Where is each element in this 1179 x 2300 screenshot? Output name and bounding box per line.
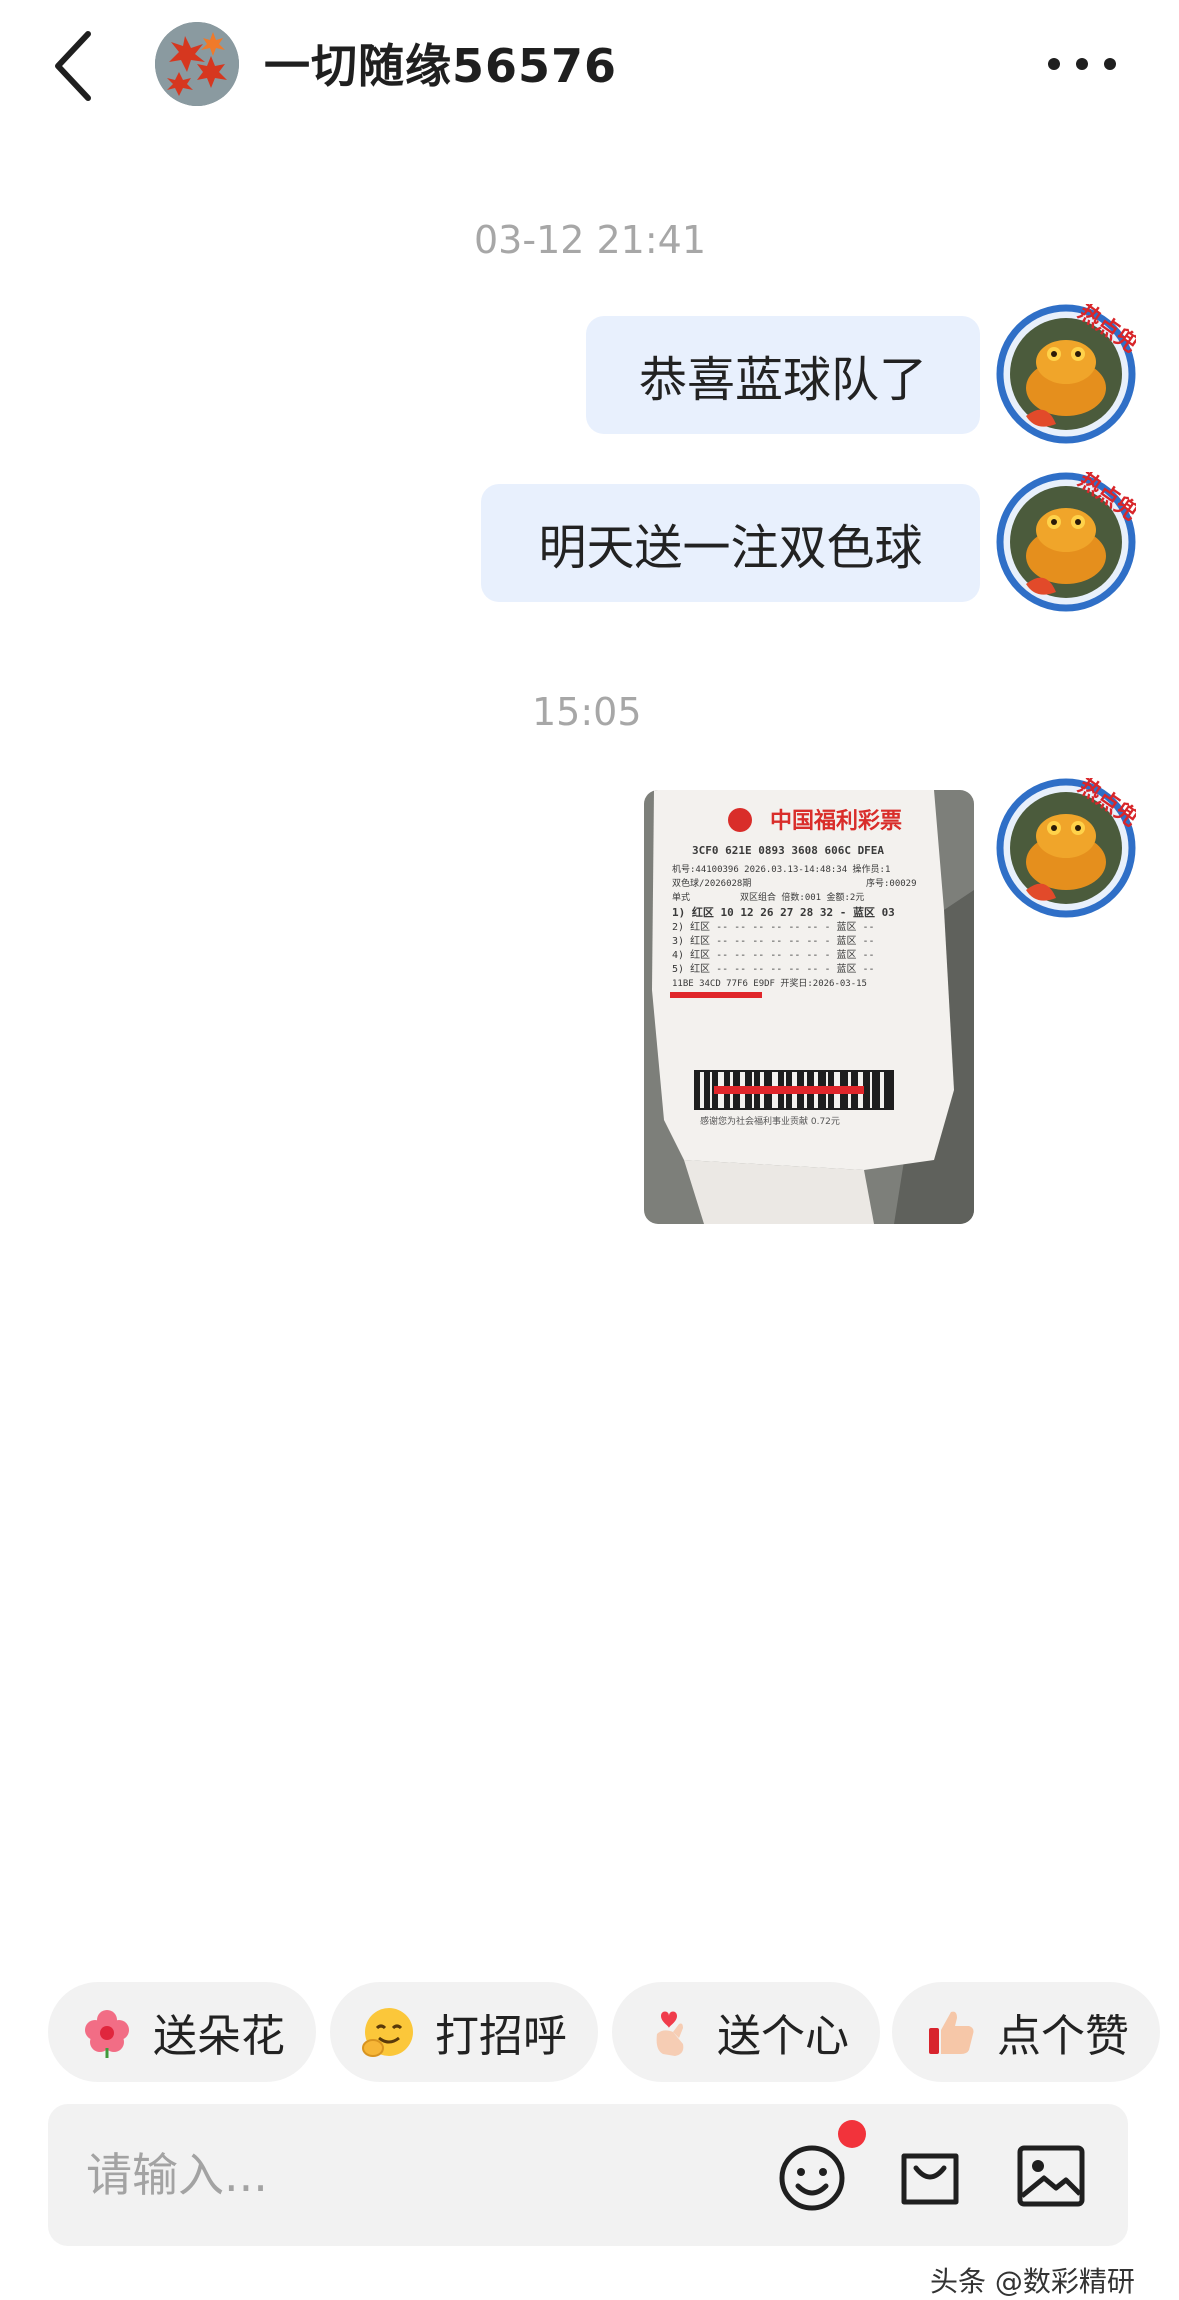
- message-text: 明天送一注双色球: [538, 520, 923, 576]
- ticket-type-line: 单式: [672, 891, 690, 903]
- ticket-issue-line: 双色球/2026028期: [672, 877, 751, 889]
- lottery-ticket-photo[interactable]: 中国福利彩票 3CF0 621E 0893 3608 606C DFEA 机号:…: [644, 790, 974, 1224]
- image-icon[interactable]: [1016, 2144, 1086, 2208]
- send-heart-button[interactable]: 送个心: [612, 1982, 880, 2082]
- my-avatar[interactable]: 热点兜: [996, 472, 1136, 612]
- message-bubble-outgoing[interactable]: 明天送一注双色球: [481, 484, 980, 602]
- lottery-ticket-image: 中国福利彩票 3CF0 621E 0893 3608 606C DFEA 机号:…: [644, 790, 974, 1224]
- chip-label: 打招呼: [435, 2011, 567, 2062]
- ticket-row-4: 4) 红区 -- -- -- -- -- -- - 蓝区 --: [672, 948, 875, 961]
- give-like-button[interactable]: 点个赞: [892, 1982, 1160, 2082]
- message-input[interactable]: [84, 2134, 728, 2216]
- chip-label: 送朵花: [153, 2011, 285, 2062]
- quick-actions-bar: 送朵花 打招呼 送个心 点个赞: [0, 1982, 1179, 2082]
- emoji-icon[interactable]: [776, 2142, 848, 2214]
- ticket-row-5: 5) 红区 -- -- -- -- -- -- - 蓝区 --: [672, 962, 875, 975]
- redaction-mark: [670, 992, 762, 998]
- ticket-row-3: 3) 红区 -- -- -- -- -- -- - 蓝区 --: [672, 934, 875, 947]
- chat-header: 一切随缘56576: [0, 0, 1179, 130]
- message-text: 恭喜蓝球队了: [638, 352, 927, 408]
- say-hello-button[interactable]: 打招呼: [330, 1982, 598, 2082]
- ticket-machine-line: 机号:44100396 2026.03.13-14:48:34 操作员:1: [672, 863, 890, 875]
- wave-emoji-icon: [362, 2008, 413, 2057]
- ticket-row-2: 2) 红区 -- -- -- -- -- -- - 蓝区 --: [672, 920, 875, 933]
- ticket-serial-line: 序号:00029: [866, 877, 917, 889]
- more-horizontal-icon[interactable]: [1040, 44, 1124, 84]
- ticket-footer-line: 11BE 34CD 77F6 E9DF 开奖日:2026-03-15: [672, 977, 867, 989]
- chat-title: 一切随缘56576: [264, 39, 618, 93]
- message-timestamp: 15:05: [532, 690, 642, 734]
- shopping-bag-icon[interactable]: [896, 2142, 964, 2210]
- flower-icon: [85, 2010, 129, 2058]
- redaction-mark: [714, 1086, 864, 1094]
- message-bubble-outgoing[interactable]: 恭喜蓝球队了: [586, 316, 980, 434]
- ticket-thanks-line: 感谢您为社会福利事业贡献 0.72元: [700, 1115, 840, 1127]
- chip-label: 送个心: [717, 2011, 849, 2062]
- ticket-brand: 中国福利彩票: [770, 809, 902, 834]
- ticket-combo-line: 双区组合 倍数:001 金额:2元: [740, 891, 864, 903]
- thumbs-up-icon: [929, 2011, 974, 2054]
- ticket-row-1: 1) 红区 10 12 26 27 28 32 - 蓝区 03: [672, 905, 895, 919]
- chip-label: 点个赞: [997, 2011, 1129, 2062]
- contact-avatar[interactable]: [155, 22, 239, 106]
- my-avatar[interactable]: 热点兜: [996, 304, 1136, 444]
- ticket-code-line: 3CF0 621E 0893 3608 606C DFEA: [692, 844, 884, 857]
- message-input-bar: [48, 2104, 1128, 2246]
- maple-leaves-image: [155, 22, 239, 106]
- send-flower-button[interactable]: 送朵花: [48, 1982, 316, 2082]
- watermark-text: 头条 @数彩精研: [930, 2265, 1135, 2298]
- finger-heart-icon: [656, 2011, 684, 2056]
- chevron-left-icon[interactable]: [40, 28, 110, 104]
- ticket-barcode: [694, 1070, 894, 1110]
- message-timestamp: 03-12 21:41: [474, 218, 707, 262]
- my-avatar[interactable]: 热点兜: [996, 778, 1136, 918]
- notification-dot: [838, 2120, 866, 2148]
